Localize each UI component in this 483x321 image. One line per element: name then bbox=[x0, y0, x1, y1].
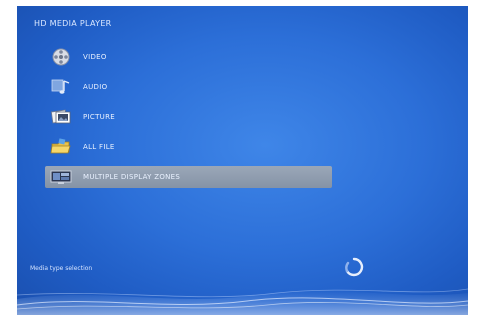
media-type-menu: VIDEO AUDIO PICTURE ALL FILE MULTIPLE DI… bbox=[31, 46, 351, 196]
menu-item-label: VIDEO bbox=[83, 53, 107, 61]
menu-item-label: PICTURE bbox=[83, 113, 115, 121]
screen-title: HD MEDIA PLAYER bbox=[34, 19, 112, 28]
display-zones-icon bbox=[50, 167, 72, 187]
menu-item-audio[interactable]: AUDIO bbox=[31, 76, 351, 98]
music-note-icon bbox=[50, 77, 72, 97]
menu-item-video[interactable]: VIDEO bbox=[31, 46, 351, 68]
menu-item-multiple-display-zones[interactable]: MULTIPLE DISPLAY ZONES bbox=[45, 166, 332, 188]
film-reel-icon bbox=[50, 47, 72, 67]
menu-item-all-file[interactable]: ALL FILE bbox=[31, 136, 351, 158]
menu-item-label: ALL FILE bbox=[83, 143, 115, 151]
picture-icon bbox=[50, 107, 72, 127]
folder-icon bbox=[50, 137, 72, 157]
menu-item-label: AUDIO bbox=[83, 83, 108, 91]
menu-item-label: MULTIPLE DISPLAY ZONES bbox=[83, 173, 181, 181]
media-player-screen: HD MEDIA PLAYER VIDEO AUDIO PICTURE ALL … bbox=[17, 6, 468, 315]
decorative-waves bbox=[17, 288, 468, 315]
menu-item-picture[interactable]: PICTURE bbox=[31, 106, 351, 128]
